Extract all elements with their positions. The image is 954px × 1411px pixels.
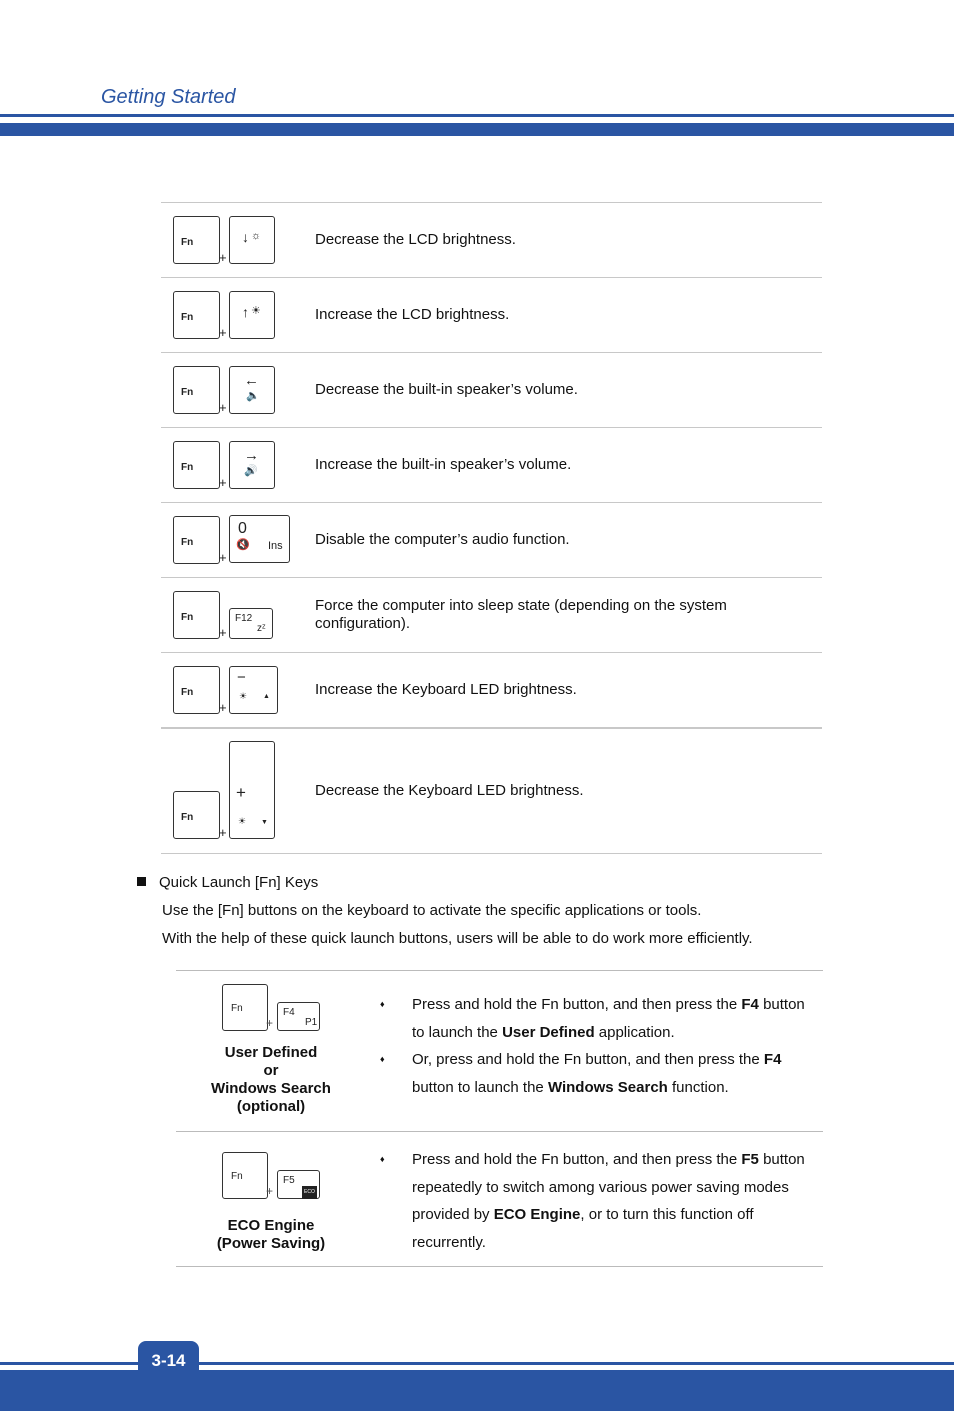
arrow-up-icon: ↑ xyxy=(242,304,249,320)
mute-key: 0 🔇 Ins xyxy=(229,515,290,563)
plus-sign: + xyxy=(266,1184,274,1198)
fn-key: Fn xyxy=(173,666,220,714)
combo-description: Decrease the built-in speaker’s volume. xyxy=(315,381,578,398)
intro-paragraph: Use the [Fn] buttons on the keyboard to … xyxy=(162,902,702,919)
page-number: 3-14 xyxy=(151,1351,186,1370)
fn-key: Fn xyxy=(222,984,268,1031)
arrow-down-icon: ↓ xyxy=(242,229,249,245)
triangle-up-icon: ▲ xyxy=(263,693,270,700)
intro-paragraph: With the help of these quick launch butt… xyxy=(162,930,753,947)
keyboard-light-icon: ☀ xyxy=(238,816,247,826)
sleep-key: F12 zᶻ xyxy=(229,608,273,639)
bullet-item: Or, press and hold the Fn button, and th… xyxy=(380,1046,813,1101)
f5-key: F5 ECO xyxy=(277,1170,320,1199)
fn-key: Fn xyxy=(173,791,220,839)
brightness-down-key: ↓ ☼ xyxy=(229,216,275,264)
sun-filled-icon: ☀ xyxy=(251,305,261,317)
eco-battery-icon: ECO xyxy=(302,1186,317,1199)
table-row: Fn + F12 zᶻ Force the computer into slee… xyxy=(161,577,822,652)
section-title: Getting Started xyxy=(101,86,236,108)
fn-key: Fn xyxy=(173,366,220,414)
combo-description: Disable the computer’s audio function. xyxy=(315,531,570,548)
table-row: Fn + 0 🔇 Ins Disable the computer’s audi… xyxy=(161,502,822,577)
table-row: Fn + → 🔊 Increase the built-in speaker’s… xyxy=(161,427,822,502)
plus-sign: + xyxy=(219,325,227,340)
fn-combo-table: Fn + ↓ ☼ Decrease the LCD brightness. Fn… xyxy=(161,202,822,854)
plus-sign: + xyxy=(219,625,227,640)
table-row: Fn + ↓ ☼ Decrease the LCD brightness. xyxy=(161,202,822,277)
sun-outline-icon: ☼ xyxy=(251,230,262,242)
table-row: Fn + + ☀ ▼ Decrease the Keyboard LED bri… xyxy=(161,727,822,854)
fn-key: Fn xyxy=(173,291,220,339)
fn-key: Fn xyxy=(222,1152,268,1199)
triangle-down-icon: ▼ xyxy=(261,819,268,826)
quick-launch-heading: Quick Launch [Fn] Keys xyxy=(137,874,318,891)
plus-sign: + xyxy=(219,250,227,265)
table-row: Fn + F4 P1 User Defined or Windows Searc… xyxy=(176,970,823,1131)
combo-description: Increase the built-in speaker’s volume. xyxy=(315,456,572,473)
combo-description: Decrease the Keyboard LED brightness. xyxy=(315,782,584,799)
header-rule xyxy=(0,114,954,117)
key-caption: ECO Engine (Power Saving) xyxy=(216,1217,326,1252)
fn-key: Fn xyxy=(173,591,220,639)
sleep-icon: zᶻ xyxy=(257,623,266,634)
key-caption: User Defined or Windows Search (optional… xyxy=(211,1044,331,1115)
f4-key: F4 P1 xyxy=(277,1002,320,1031)
bullet-item: Press and hold the Fn button, and then p… xyxy=(380,991,813,1046)
kbd-led-down-key: + ☀ ▼ xyxy=(229,741,275,839)
plus-sign: + xyxy=(219,400,227,415)
combo-description: Increase the Keyboard LED brightness. xyxy=(315,681,577,698)
table-row: Fn + ← 🔈 Decrease the built-in speaker’s… xyxy=(161,352,822,427)
speaker-mute-icon: 🔇 xyxy=(236,539,250,551)
keyboard-light-icon: ☀ xyxy=(239,691,248,701)
arrow-right-icon: → xyxy=(244,447,259,464)
fn-key: Fn xyxy=(173,216,220,264)
plus-sign: + xyxy=(219,475,227,490)
square-bullet-icon xyxy=(137,877,146,886)
combo-description: Increase the LCD brightness. xyxy=(315,306,510,323)
speaker-high-icon: 🔊 xyxy=(244,465,258,477)
table-row: Fn + − ☀ ▲ Increase the Keyboard LED bri… xyxy=(161,652,822,727)
volume-down-key: ← 🔈 xyxy=(229,366,275,414)
plus-sign: + xyxy=(219,700,227,715)
table-row: Fn + F5 ECO ECO Engine (Power Saving) Pr… xyxy=(176,1131,823,1267)
brightness-up-key: ↑ ☀ xyxy=(229,291,275,339)
fn-key: Fn xyxy=(173,441,220,489)
arrow-left-icon: ← xyxy=(244,372,259,389)
plus-sign: + xyxy=(266,1016,274,1030)
plus-sign: + xyxy=(219,550,227,565)
quick-launch-table: Fn + F4 P1 User Defined or Windows Searc… xyxy=(176,970,823,1267)
bullet-item: Press and hold the Fn button, and then p… xyxy=(380,1146,813,1256)
combo-description: Force the computer into sleep state (dep… xyxy=(315,597,727,632)
header-band xyxy=(0,123,954,136)
volume-up-key: → 🔊 xyxy=(229,441,275,489)
fn-key: Fn xyxy=(173,516,220,564)
table-row: Fn + ↑ ☀ Increase the LCD brightness. xyxy=(161,277,822,352)
combo-description: Decrease the LCD brightness. xyxy=(315,231,516,248)
speaker-low-icon: 🔈 xyxy=(246,390,260,402)
kbd-led-up-key: − ☀ ▲ xyxy=(229,666,278,714)
plus-sign: + xyxy=(219,825,227,840)
